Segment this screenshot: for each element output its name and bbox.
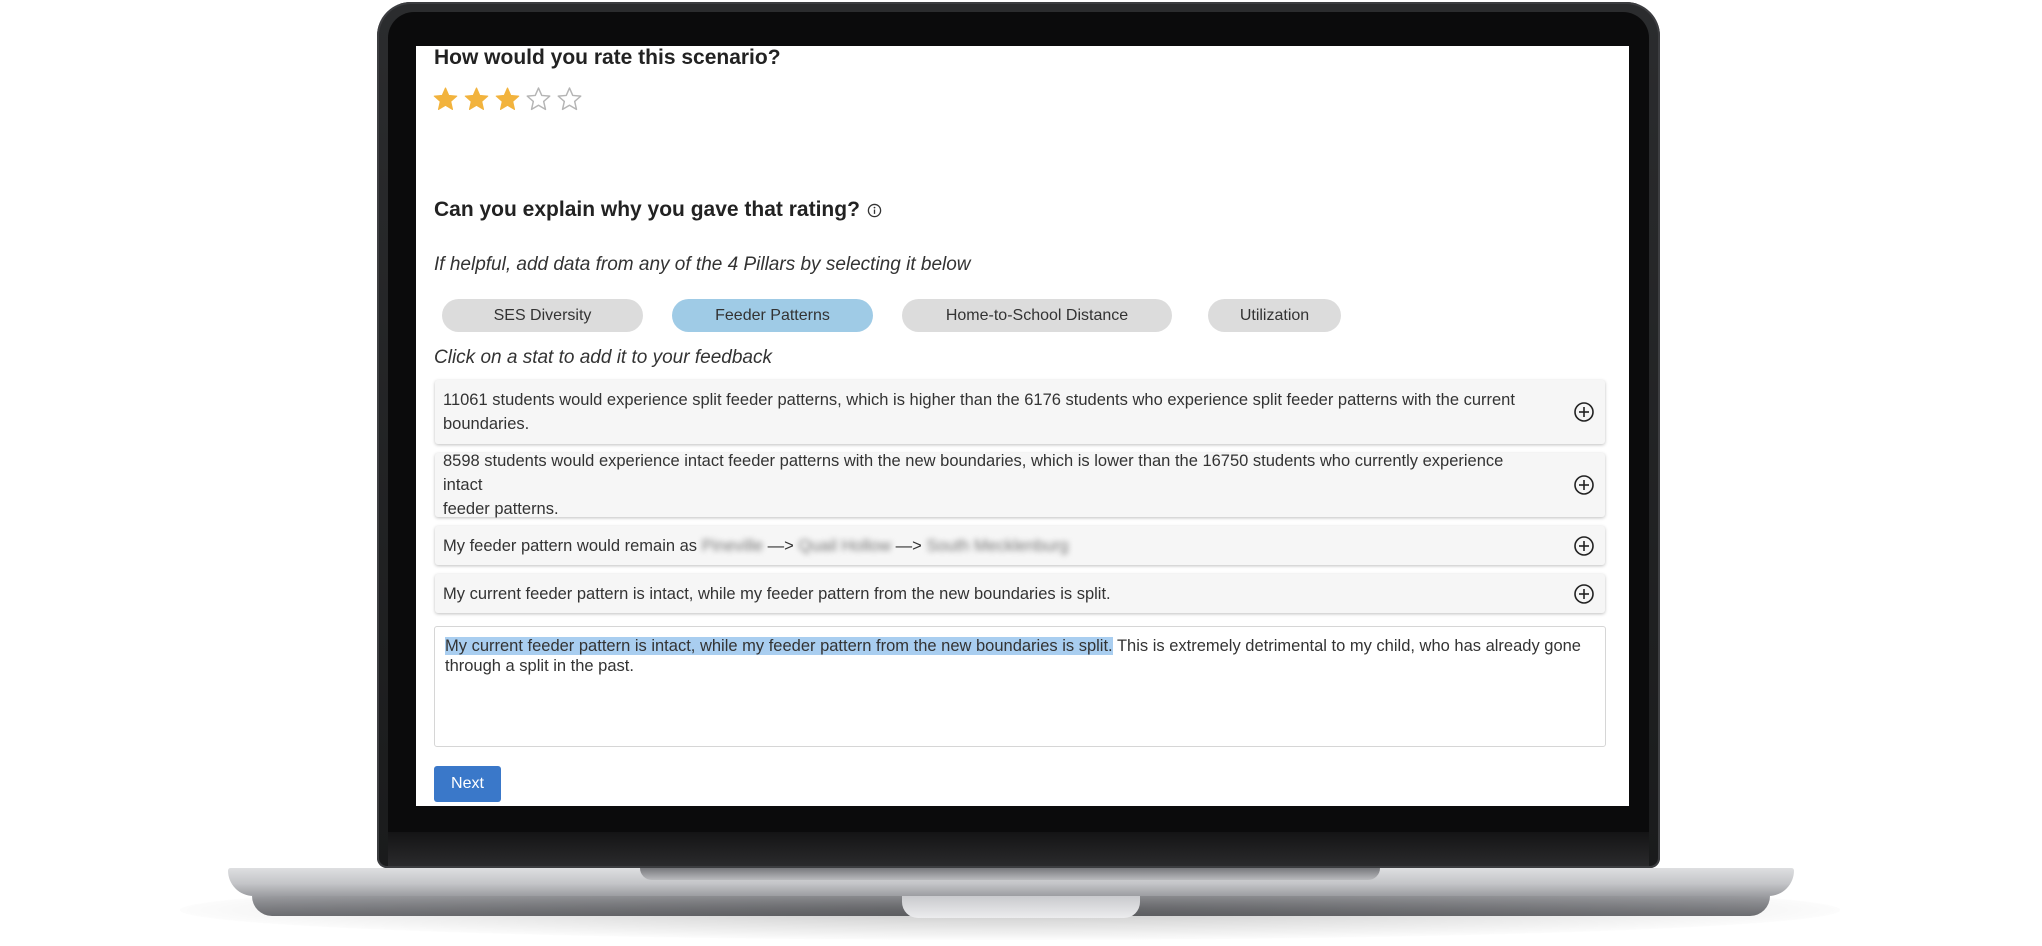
explain-question-text: Can you explain why you gave that rating… xyxy=(434,198,860,221)
feedback-highlighted-text: My current feeder pattern is intact, whi… xyxy=(445,637,1113,655)
stat-text: 11061 students would experience split fe… xyxy=(443,388,1545,436)
add-circle-icon[interactable] xyxy=(1573,583,1595,605)
school-name-blurred: Quail Hollow xyxy=(798,536,892,555)
rating-question: How would you rate this scenario? xyxy=(434,46,781,69)
add-circle-icon[interactable] xyxy=(1573,474,1595,496)
add-circle-icon[interactable] xyxy=(1573,401,1595,423)
stat-text-line: feeder patterns. xyxy=(443,500,559,518)
stats-hint: Click on a stat to add it to your feedba… xyxy=(434,347,772,368)
stat-text-line: My current feeder pattern is intact, whi… xyxy=(443,584,1111,603)
star-filled-icon[interactable] xyxy=(463,86,490,113)
arrow-text: —> xyxy=(891,536,927,555)
add-circle-icon[interactable] xyxy=(1573,535,1595,557)
stat-text-prefix: My feeder pattern would remain as xyxy=(443,536,702,555)
tab-label: Home-to-School Distance xyxy=(945,306,1129,324)
feedback-textarea[interactable]: My current feeder pattern is intact, whi… xyxy=(434,626,1606,747)
app-screen: How would you rate this scenario? Can yo… xyxy=(416,46,1629,806)
laptop-lid-bottom xyxy=(388,832,1649,866)
tab-label: SES Diversity xyxy=(493,306,592,324)
stat-text-line: 8598 students would experience intact fe… xyxy=(443,452,1504,494)
stat-text-line: 11061 students would experience split fe… xyxy=(443,391,1515,409)
tab-ses-diversity[interactable]: SES Diversity xyxy=(442,299,643,332)
stat-text: 8598 students would experience intact fe… xyxy=(443,449,1545,521)
pillars-hint: If helpful, add data from any of the 4 P… xyxy=(434,254,971,275)
next-button-label: Next xyxy=(451,775,484,792)
tab-utilization[interactable]: Utilization xyxy=(1208,299,1341,332)
stat-text: My feeder pattern would remain as Pinevi… xyxy=(443,534,1545,558)
laptop-base-lip xyxy=(640,868,1380,880)
arrow-text: —> xyxy=(763,536,799,555)
info-icon[interactable] xyxy=(867,203,882,218)
star-rating[interactable] xyxy=(432,86,583,113)
star-empty-icon[interactable] xyxy=(525,86,552,113)
laptop-notch xyxy=(902,896,1140,918)
tab-feeder-patterns[interactable]: Feeder Patterns xyxy=(672,299,873,332)
stat-item[interactable]: My current feeder pattern is intact, whi… xyxy=(435,574,1605,613)
star-empty-icon[interactable] xyxy=(556,86,583,113)
stat-item[interactable]: 8598 students would experience intact fe… xyxy=(435,452,1605,518)
stat-item[interactable]: My feeder pattern would remain as Pinevi… xyxy=(435,526,1605,565)
school-name-blurred: Pineville xyxy=(701,536,764,555)
tab-label: Feeder Patterns xyxy=(715,306,830,324)
stat-item[interactable]: 11061 students would experience split fe… xyxy=(435,380,1605,444)
next-button[interactable]: Next xyxy=(434,766,501,802)
star-filled-icon[interactable] xyxy=(494,86,521,113)
tab-home-to-school-distance[interactable]: Home-to-School Distance xyxy=(902,299,1172,332)
school-name-blurred: South Mecklenburg xyxy=(926,536,1069,555)
star-filled-icon[interactable] xyxy=(432,86,459,113)
explain-question: Can you explain why you gave that rating… xyxy=(434,198,882,222)
stat-text-line: boundaries. xyxy=(443,415,530,433)
tab-label: Utilization xyxy=(1239,306,1310,324)
stat-text: My current feeder pattern is intact, whi… xyxy=(443,582,1545,606)
